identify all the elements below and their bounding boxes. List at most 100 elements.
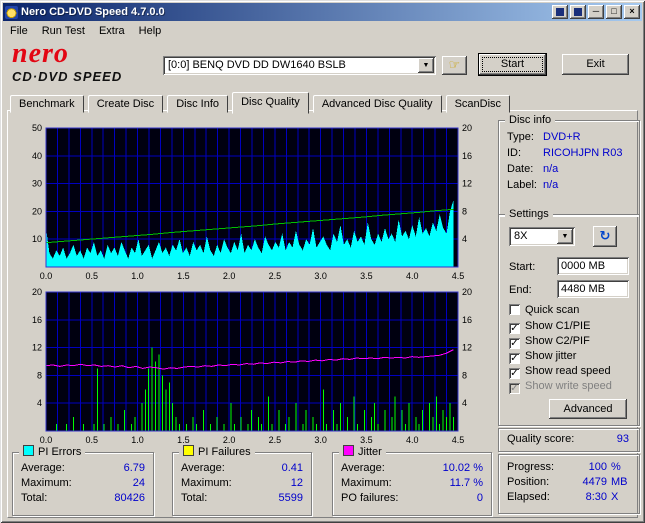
tab-scandisc[interactable]: ScanDisc — [445, 95, 511, 113]
pie-average: 6.79 — [123, 462, 145, 474]
position-value: 4479 — [582, 476, 607, 488]
speed-select[interactable]: 8X ▼ — [509, 227, 575, 246]
disc-id: RICOHJPN R03 — [543, 147, 623, 159]
drive-select-dropdown-icon[interactable]: ▼ — [418, 58, 434, 73]
jitter-legend-swatch — [343, 445, 354, 456]
checkbox-show-write-speed[interactable]: ✓ Show write speed — [509, 380, 612, 394]
svg-text:4.0: 4.0 — [406, 435, 419, 445]
svg-text:1.5: 1.5 — [177, 435, 190, 445]
disc-info-title: Disc info — [505, 113, 556, 127]
pif-jitter-chart: 20 16 12 8 4 20 16 12 8 4 0.0 0.5 1.0 1.5 2.0 2.5 3.0 3.5… — [32, 287, 472, 445]
svg-text:2.5: 2.5 — [269, 271, 282, 281]
pie-maximum: 24 — [132, 477, 145, 489]
checkbox-box: ✓ — [509, 353, 520, 364]
tab-disc-info[interactable]: Disc Info — [167, 95, 229, 113]
titlebar: Nero CD-DVD Speed 4.7.0.0 ─ □ × — [3, 3, 642, 21]
checkbox-show-c1-pie[interactable]: ✓ Show C1/PIE — [509, 320, 590, 334]
checkbox-box: ✓ — [509, 368, 520, 379]
svg-text:4: 4 — [462, 398, 467, 408]
svg-text:0.5: 0.5 — [86, 435, 99, 445]
tab-advanced-disc-quality[interactable]: Advanced Disc Quality — [312, 95, 442, 113]
svg-text:4.0: 4.0 — [406, 271, 419, 281]
end-position-input[interactable] — [557, 280, 629, 298]
disc-info-panel: Disc info Type: DVD+R ID: RICOHJPN R03 Dat… — [498, 113, 640, 216]
app-icon — [5, 5, 18, 19]
disc-type: DVD+R — [543, 131, 581, 143]
svg-text:3.0: 3.0 — [314, 271, 327, 281]
svg-text:16: 16 — [462, 315, 472, 325]
tab-create-disc[interactable]: Create Disc — [87, 95, 164, 113]
svg-text:20: 20 — [462, 123, 472, 133]
exit-button[interactable]: Exit — [562, 54, 629, 75]
svg-text:20: 20 — [32, 206, 42, 216]
refresh-icon: ↻ — [599, 228, 611, 243]
close-button[interactable]: × — [624, 5, 640, 19]
checkbox-show-read-speed[interactable]: ✓ Show read speed — [509, 365, 611, 379]
nero-logo-wordmark: nero — [12, 38, 69, 69]
quality-score-value: 93 — [616, 433, 629, 445]
options-hand-button[interactable]: ☞ — [442, 56, 467, 75]
jitter-maximum: 11.7 % — [449, 477, 483, 489]
svg-text:0.0: 0.0 — [40, 435, 53, 445]
checkbox-show-jitter[interactable]: ✓ Show jitter — [509, 350, 576, 364]
svg-text:20: 20 — [462, 287, 472, 297]
pif-average: 0.41 — [281, 462, 303, 474]
svg-text:8: 8 — [37, 370, 42, 380]
pi-failures-panel: PI Failures Average: 0.41 Maximum: 12 Tota… — [172, 445, 312, 516]
maximize-button[interactable]: □ — [606, 5, 622, 19]
svg-text:4: 4 — [37, 398, 42, 408]
svg-text:3.0: 3.0 — [314, 435, 327, 445]
tab-benchmark[interactable]: Benchmark — [10, 95, 84, 113]
speed-select-value: 8X — [514, 230, 528, 242]
quality-score-panel: Quality score: 93 — [498, 428, 640, 452]
menu-file[interactable]: File — [3, 23, 35, 39]
menu-run-test[interactable]: Run Test — [35, 23, 92, 39]
disc-label: n/a — [543, 179, 559, 191]
svg-text:4.5: 4.5 — [452, 271, 465, 281]
svg-text:30: 30 — [32, 179, 42, 189]
hand-icon: ☞ — [448, 57, 461, 72]
checkbox-box: ✓ — [509, 383, 520, 394]
jitter-panel: Jitter Average: 10.02 % Maximum: 11.7 % PO… — [332, 445, 492, 516]
progress-value: 100 — [588, 461, 607, 473]
svg-text:20: 20 — [32, 287, 42, 297]
checkbox-box: ✓ — [509, 323, 520, 334]
pie-legend-swatch — [23, 445, 34, 456]
titlebar-extra-icon-2[interactable] — [570, 5, 586, 19]
pie-total: 80426 — [114, 492, 145, 504]
nero-logo-product: CD·DVD SPEED — [12, 69, 123, 84]
start-position-input[interactable] — [557, 257, 629, 275]
svg-text:8: 8 — [462, 206, 467, 216]
svg-text:16: 16 — [32, 315, 42, 325]
speed-select-dropdown-icon[interactable]: ▼ — [557, 229, 573, 244]
titlebar-extra-icon-1[interactable] — [552, 5, 568, 19]
checkbox-box: ✓ — [509, 338, 520, 349]
minimize-button[interactable]: ─ — [588, 5, 604, 19]
svg-text:1.5: 1.5 — [177, 271, 190, 281]
nero-logo: nero CD·DVD SPEED — [12, 38, 162, 84]
svg-text:2.5: 2.5 — [269, 435, 282, 445]
svg-text:12: 12 — [462, 179, 472, 189]
menu-extra[interactable]: Extra — [92, 23, 132, 39]
app-window: Nero CD-DVD Speed 4.7.0.0 ─ □ × File Run… — [0, 0, 645, 523]
advanced-button[interactable]: Advanced — [549, 399, 627, 419]
svg-text:3.5: 3.5 — [360, 435, 373, 445]
progress-panel: Progress: 100% Position: 4479 MB Elapsed: 8:… — [498, 454, 640, 514]
menu-help[interactable]: Help — [132, 23, 169, 39]
disc-date: n/a — [543, 163, 559, 175]
drive-select[interactable]: [0:0] BENQ DVD DD DW1640 BSLB ▼ — [163, 56, 436, 75]
settings-panel: Settings 8X ▼ ↻ Start: End: Quick scan ✓… — [498, 207, 640, 426]
checkbox-show-c2-pif[interactable]: ✓ Show C2/PIF — [509, 335, 590, 349]
pi-errors-title: PI Errors — [38, 446, 82, 458]
svg-text:2.0: 2.0 — [223, 435, 236, 445]
window-title: Nero CD-DVD Speed 4.7.0.0 — [21, 6, 165, 18]
quality-score-label: Quality score: — [507, 433, 575, 445]
pif-legend-swatch — [183, 445, 194, 456]
checkbox-quick-scan[interactable]: Quick scan — [509, 304, 579, 317]
tab-disc-quality[interactable]: Disc Quality — [232, 92, 309, 114]
refresh-button[interactable]: ↻ — [593, 226, 617, 247]
svg-text:12: 12 — [462, 343, 472, 353]
pi-failures-title: PI Failures — [198, 446, 251, 458]
start-button[interactable]: Start — [478, 53, 547, 76]
elapsed-value: 8:30 — [585, 491, 607, 503]
